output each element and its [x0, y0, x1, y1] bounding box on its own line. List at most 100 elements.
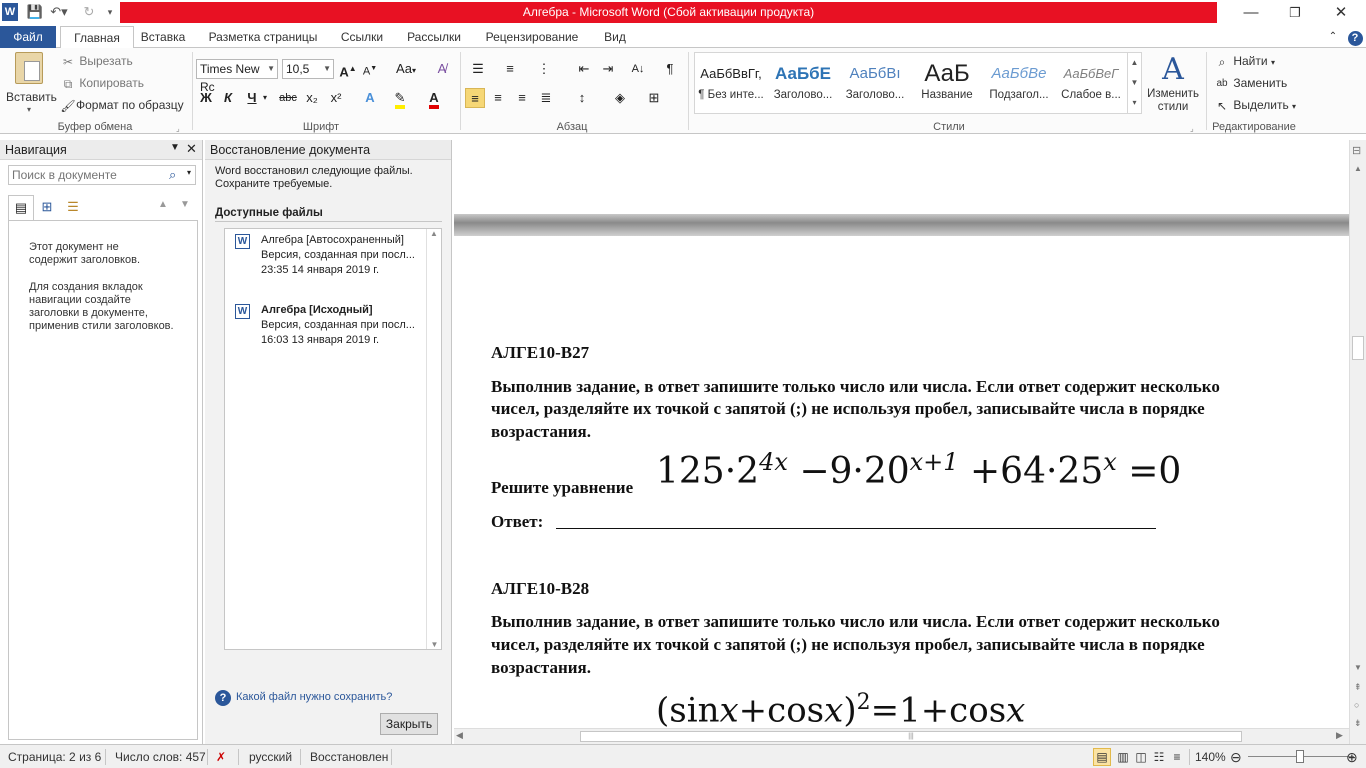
tab-insert[interactable]: Вставка [138, 26, 188, 48]
word-app-icon[interactable]: W [2, 3, 18, 21]
align-left-icon[interactable]: ≡ [465, 88, 485, 108]
tab-view[interactable]: Вид [600, 26, 630, 48]
file-list-scrollbar[interactable]: ▲ ▼ [426, 229, 441, 649]
highlight-icon[interactable]: ✎ [390, 88, 410, 109]
underline-button[interactable]: Ч [242, 88, 262, 108]
ruler-toggle-icon[interactable]: ⊟ [1352, 144, 1361, 157]
answer-line[interactable] [556, 528, 1156, 529]
style-heading1[interactable]: АаБбЕ Заголово... [767, 59, 839, 113]
page-indicator[interactable]: Страница: 2 из 6 [8, 745, 101, 768]
customize-qat-icon[interactable]: ▾ [104, 3, 116, 21]
save-icon[interactable]: 💾 [26, 3, 44, 21]
tab-file[interactable]: Файл [0, 26, 56, 48]
tab-references[interactable]: Ссылки [336, 26, 388, 48]
zoom-out-icon[interactable]: ⊖ [1230, 745, 1242, 768]
style-heading2[interactable]: АаБбВı Заголово... [839, 59, 911, 113]
superscript-button[interactable]: x² [326, 88, 346, 108]
close-pane-icon[interactable]: ✕ [186, 141, 197, 157]
tab-home[interactable]: Главная [60, 26, 134, 49]
bullets-icon[interactable]: ☰ [468, 59, 488, 79]
print-layout-icon[interactable]: ▤ [1093, 748, 1111, 766]
chevron-down-icon[interactable]: ▾ [260, 88, 270, 108]
cut-button[interactable]: ✂ Вырезать [60, 52, 133, 70]
change-case-button[interactable]: Aa▾ [392, 59, 420, 79]
font-size-select[interactable]: 10,5 ▼ [282, 59, 334, 79]
document-search-box[interactable]: ⌕ ▾ [8, 165, 196, 185]
recovered-file-item[interactable]: W Алгебра [Исходный] Версия, созданная п… [225, 299, 425, 363]
format-painter-button[interactable]: 🖌Формат по образцу [60, 96, 183, 114]
paste-button[interactable]: Вставить ▾ [6, 52, 57, 114]
text-effects-icon[interactable]: A [360, 88, 380, 108]
sort-icon[interactable]: A↓ [628, 59, 648, 79]
align-right-icon[interactable]: ≡ [512, 88, 532, 108]
shading-icon[interactable]: ◈ [610, 88, 630, 108]
browse-object-icon[interactable]: ⇞ ○ ⇟ [1354, 678, 1362, 732]
style-no-spacing[interactable]: АаБбВвГг, ¶ Без инте... [695, 59, 767, 113]
dialog-launcher-icon[interactable]: ⌟ [1190, 120, 1194, 138]
tab-mailings[interactable]: Рассылки [404, 26, 464, 48]
justify-icon[interactable]: ≣ [536, 88, 556, 108]
copy-button[interactable]: ⧉ Копировать [60, 74, 144, 92]
search-input[interactable] [9, 166, 159, 184]
chevron-down-icon[interactable]: ▾ [187, 168, 191, 177]
subscript-button[interactable]: x₂ [302, 88, 322, 108]
scroll-thumb[interactable]: ||| [580, 731, 1242, 742]
pages-view-icon[interactable]: ⊞ [34, 195, 60, 221]
full-screen-reading-icon[interactable]: ▥ [1115, 745, 1131, 768]
scroll-left-icon[interactable]: ◀ [456, 730, 463, 741]
previous-arrow-icon[interactable]: ▲ [158, 199, 168, 210]
find-button[interactable]: ⌕ Найти ▾ [1214, 52, 1275, 72]
web-layout-icon[interactable]: ◫ [1133, 745, 1149, 768]
which-file-help-link[interactable]: Какой файл нужно сохранить? [236, 691, 392, 703]
multilevel-list-icon[interactable]: ⋮ [534, 59, 554, 79]
scroll-down-icon[interactable]: ▼ [1354, 663, 1362, 672]
shrink-font-button[interactable]: A▼ [360, 59, 380, 79]
show-marks-icon[interactable]: ¶ [660, 59, 680, 79]
close-window-button[interactable]: ✕ [1318, 0, 1364, 26]
undo-icon[interactable]: ↶▾ [48, 3, 70, 21]
style-subtitle[interactable]: АаБбВе Подзагол... [983, 59, 1055, 113]
scroll-right-icon[interactable]: ▶ [1336, 730, 1343, 741]
italic-button[interactable]: К [218, 88, 238, 108]
minimize-button[interactable]: — [1228, 0, 1274, 26]
vertical-scrollbar[interactable]: ⊟ ▲ ▼ ⇞ ○ ⇟ [1349, 140, 1366, 744]
redo-icon[interactable]: ↻ [80, 3, 98, 21]
proofing-icon[interactable]: ✗ [216, 745, 226, 768]
recovered-file-item[interactable]: W Алгебра [Автосохраненный] Версия, созд… [225, 229, 425, 293]
align-center-icon[interactable]: ≡ [488, 88, 508, 108]
document-area[interactable]: АЛГЕ10-В27 Выполнив задание, в ответ зап… [454, 140, 1349, 728]
results-view-icon[interactable]: ☰ [60, 195, 86, 221]
clear-formatting-icon[interactable]: A̸ [432, 59, 452, 79]
grow-font-button[interactable]: A▲ [338, 59, 358, 79]
style-subtle-emphasis[interactable]: АаБбВеГ Слабое в... [1055, 59, 1127, 113]
help-icon[interactable]: ? [215, 690, 231, 706]
outline-view-icon[interactable]: ☷ [1151, 745, 1167, 768]
increase-indent-icon[interactable]: ⇥ [598, 59, 618, 79]
zoom-level[interactable]: 140% [1195, 745, 1226, 768]
help-icon[interactable]: ? [1346, 26, 1364, 48]
dialog-launcher-icon[interactable]: ⌟ [176, 120, 180, 138]
headings-view-icon[interactable]: ▤ [8, 195, 34, 221]
tab-review[interactable]: Рецензирование [482, 26, 582, 48]
collapse-ribbon-icon[interactable]: ⌃ [1324, 26, 1342, 48]
styles-scroll[interactable]: ▲ ▼ ▾ [1127, 53, 1141, 113]
zoom-slider-thumb[interactable] [1296, 750, 1304, 763]
word-count[interactable]: Число слов: 457 [115, 745, 206, 768]
replace-button[interactable]: ab Заменить [1214, 74, 1287, 92]
restore-button[interactable]: ❐ [1272, 0, 1318, 26]
borders-icon[interactable]: ⊞ [644, 88, 664, 108]
horizontal-scrollbar[interactable]: ◀ ||| ▶ [454, 728, 1349, 744]
style-title[interactable]: АаБ Название [911, 59, 983, 113]
draft-view-icon[interactable]: ≡ [1169, 745, 1185, 768]
bold-button[interactable]: Ж [196, 88, 216, 108]
pane-options-icon[interactable]: ▼ [170, 142, 180, 153]
language-indicator[interactable]: русский [249, 745, 292, 768]
line-spacing-icon[interactable]: ↕ [572, 88, 592, 108]
scroll-up-icon[interactable]: ▲ [1354, 164, 1362, 173]
font-family-select[interactable]: Times New Rc ▼ [196, 59, 278, 94]
zoom-in-icon[interactable]: ⊕ [1346, 745, 1358, 768]
font-color-icon[interactable]: A [424, 88, 444, 109]
scroll-thumb[interactable] [1352, 336, 1364, 360]
select-button[interactable]: ↖ Выделить ▾ [1214, 96, 1296, 116]
close-button[interactable]: Закрыть [380, 713, 438, 735]
